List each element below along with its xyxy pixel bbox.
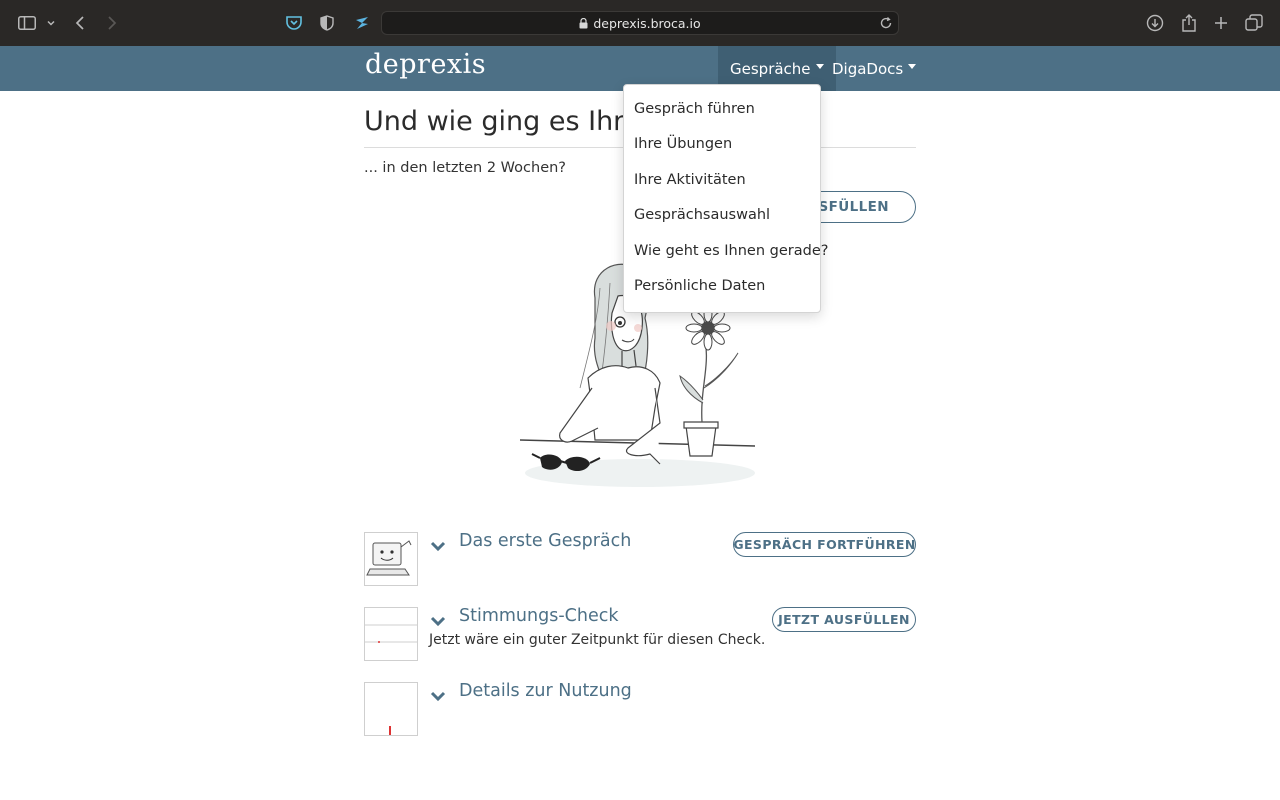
lock-icon — [579, 17, 588, 29]
thumbnail-usage-chart — [364, 682, 418, 736]
chevron-down-icon[interactable] — [430, 612, 446, 627]
menu-item-personal-data[interactable]: Persönliche Daten — [624, 269, 820, 305]
nav-item-digadocs[interactable]: DigaDocs — [820, 46, 928, 91]
forward-icon[interactable] — [102, 13, 122, 33]
reload-icon[interactable] — [879, 16, 893, 33]
gespraeche-dropdown-menu: Gespräch führen Ihre Übungen Ihre Aktivi… — [623, 84, 828, 313]
menu-item-activities[interactable]: Ihre Aktivitäten — [624, 162, 820, 198]
thumbnail-computer-character — [364, 532, 418, 586]
share-icon[interactable] — [1179, 13, 1199, 33]
sidebar-menu-chevron-icon[interactable] — [41, 13, 61, 33]
shield-icon[interactable] — [317, 13, 337, 33]
page-title: Und wie ging es Ihne — [364, 106, 647, 137]
menu-item-how-are-you[interactable]: Wie geht es Ihnen gerade? — [624, 233, 828, 269]
menu-item-exercises[interactable]: Ihre Übungen — [624, 127, 820, 163]
section-title-first-conversation[interactable]: Das erste Gespräch — [459, 531, 631, 551]
chevron-down-icon[interactable] — [430, 537, 446, 552]
url-text: deprexis.broca.io — [593, 15, 701, 31]
browser-toolbar: deprexis.broca.io — [0, 0, 1280, 46]
menu-item-conversation-selection[interactable]: Gesprächsauswahl — [624, 198, 820, 234]
fill-out-now-button-label: JETZT AUSFÜLLEN — [778, 612, 910, 627]
pocket-icon[interactable] — [284, 13, 304, 33]
fill-out-now-button[interactable]: JETZT AUSFÜLLEN — [772, 607, 916, 632]
new-tab-icon[interactable] — [1211, 13, 1231, 33]
caret-down-icon — [908, 64, 917, 69]
continue-conversation-button[interactable]: GESPRÄCH FORTFÜHREN — [733, 532, 916, 557]
thumbnail-mood-chart — [364, 607, 418, 661]
tabs-overview-icon[interactable] — [1244, 13, 1264, 33]
page-subtitle: ... in den letzten 2 Wochen? — [364, 160, 567, 176]
address-bar[interactable]: deprexis.broca.io — [381, 11, 899, 35]
nav-item-label: DigaDocs — [832, 59, 904, 78]
brand-logo[interactable]: deprexis — [365, 49, 486, 80]
section-description: Jetzt wäre ein guter Zeitpunkt für diese… — [429, 632, 766, 648]
chevron-down-icon[interactable] — [430, 687, 446, 702]
section-title-usage-details[interactable]: Details zur Nutzung — [459, 681, 632, 701]
nav-item-label: Gespräche — [730, 59, 811, 78]
back-icon[interactable] — [70, 13, 90, 33]
section-title-mood-check[interactable]: Stimmungs-Check — [459, 606, 618, 626]
download-icon[interactable] — [1145, 13, 1165, 33]
continue-conversation-button-label: GESPRÄCH FORTFÜHREN — [733, 537, 916, 552]
menu-item-start-conversation[interactable]: Gespräch führen — [624, 91, 820, 127]
extension-icon[interactable] — [352, 13, 372, 33]
sidebar-icon[interactable] — [17, 13, 37, 33]
